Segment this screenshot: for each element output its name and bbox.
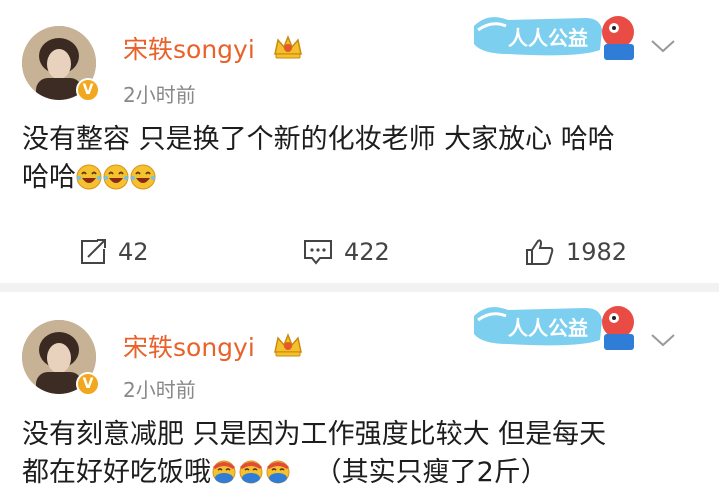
eating-emoji-icon — [239, 460, 263, 484]
repost-button[interactable]: 42 — [78, 232, 149, 272]
post-time: 2小时前 — [123, 378, 196, 402]
verified-badge: V — [76, 372, 100, 396]
content-line: 没有刻意减肥 只是因为工作强度比较大 但是每天 — [22, 419, 607, 450]
content-tail: （其实只瘦了2斤） — [314, 457, 548, 488]
laughing-emoji-icon — [76, 164, 102, 190]
username[interactable]: 宋轶songyi — [123, 328, 255, 364]
eating-emoji-icon — [212, 460, 236, 484]
comment-count: 422 — [344, 238, 390, 266]
charity-badge-text: 人人公益 — [508, 316, 588, 340]
username[interactable]: 宋轶songyi — [123, 30, 255, 66]
chevron-down-icon[interactable] — [650, 332, 676, 348]
post-time: 2小时前 — [123, 83, 196, 107]
post-content: 没有刻意减肥 只是因为工作强度比较大 但是每天 都在好好吃饭哦 （其实只瘦了2斤… — [22, 416, 702, 492]
eating-emoji-icon — [266, 460, 290, 484]
comment-icon — [304, 240, 332, 265]
repost-count: 42 — [118, 238, 149, 266]
like-count: 1982 — [566, 238, 628, 266]
thumbs-up-icon — [526, 239, 554, 265]
repost-icon — [81, 239, 106, 264]
charity-badge[interactable]: 人人公益 — [468, 298, 642, 354]
vip-crown-icon — [274, 34, 302, 59]
content-line-2: 都在好好吃饭哦 （其实只瘦了2斤） — [22, 457, 548, 488]
vip-crown-icon — [274, 332, 302, 357]
laughing-emoji-icon — [130, 164, 156, 190]
laughing-emoji-icon — [103, 164, 129, 190]
like-button[interactable]: 1982 — [524, 232, 627, 272]
weibo-post-2: V 宋轶songyi 2小时前 人人公益 没有刻意减肥 只是因为工作强度比较大 … — [0, 292, 719, 503]
post-content: 没有整容 只是换了个新的化妆老师 大家放心 哈哈 哈哈 — [22, 121, 702, 197]
weibo-post-1: V 宋轶songyi 2小时前 人人公益 没有整容 只是换了个新的化妆老师 大家… — [0, 0, 719, 283]
content-line-2: 哈哈 — [22, 159, 702, 197]
chevron-down-icon[interactable] — [650, 38, 676, 54]
charity-badge-text: 人人公益 — [508, 26, 588, 50]
verified-badge: V — [76, 78, 100, 102]
comment-button[interactable]: 422 — [302, 232, 390, 272]
charity-badge[interactable]: 人人公益 — [468, 8, 642, 64]
content-line: 没有整容 只是换了个新的化妆老师 大家放心 哈哈 — [22, 124, 615, 155]
